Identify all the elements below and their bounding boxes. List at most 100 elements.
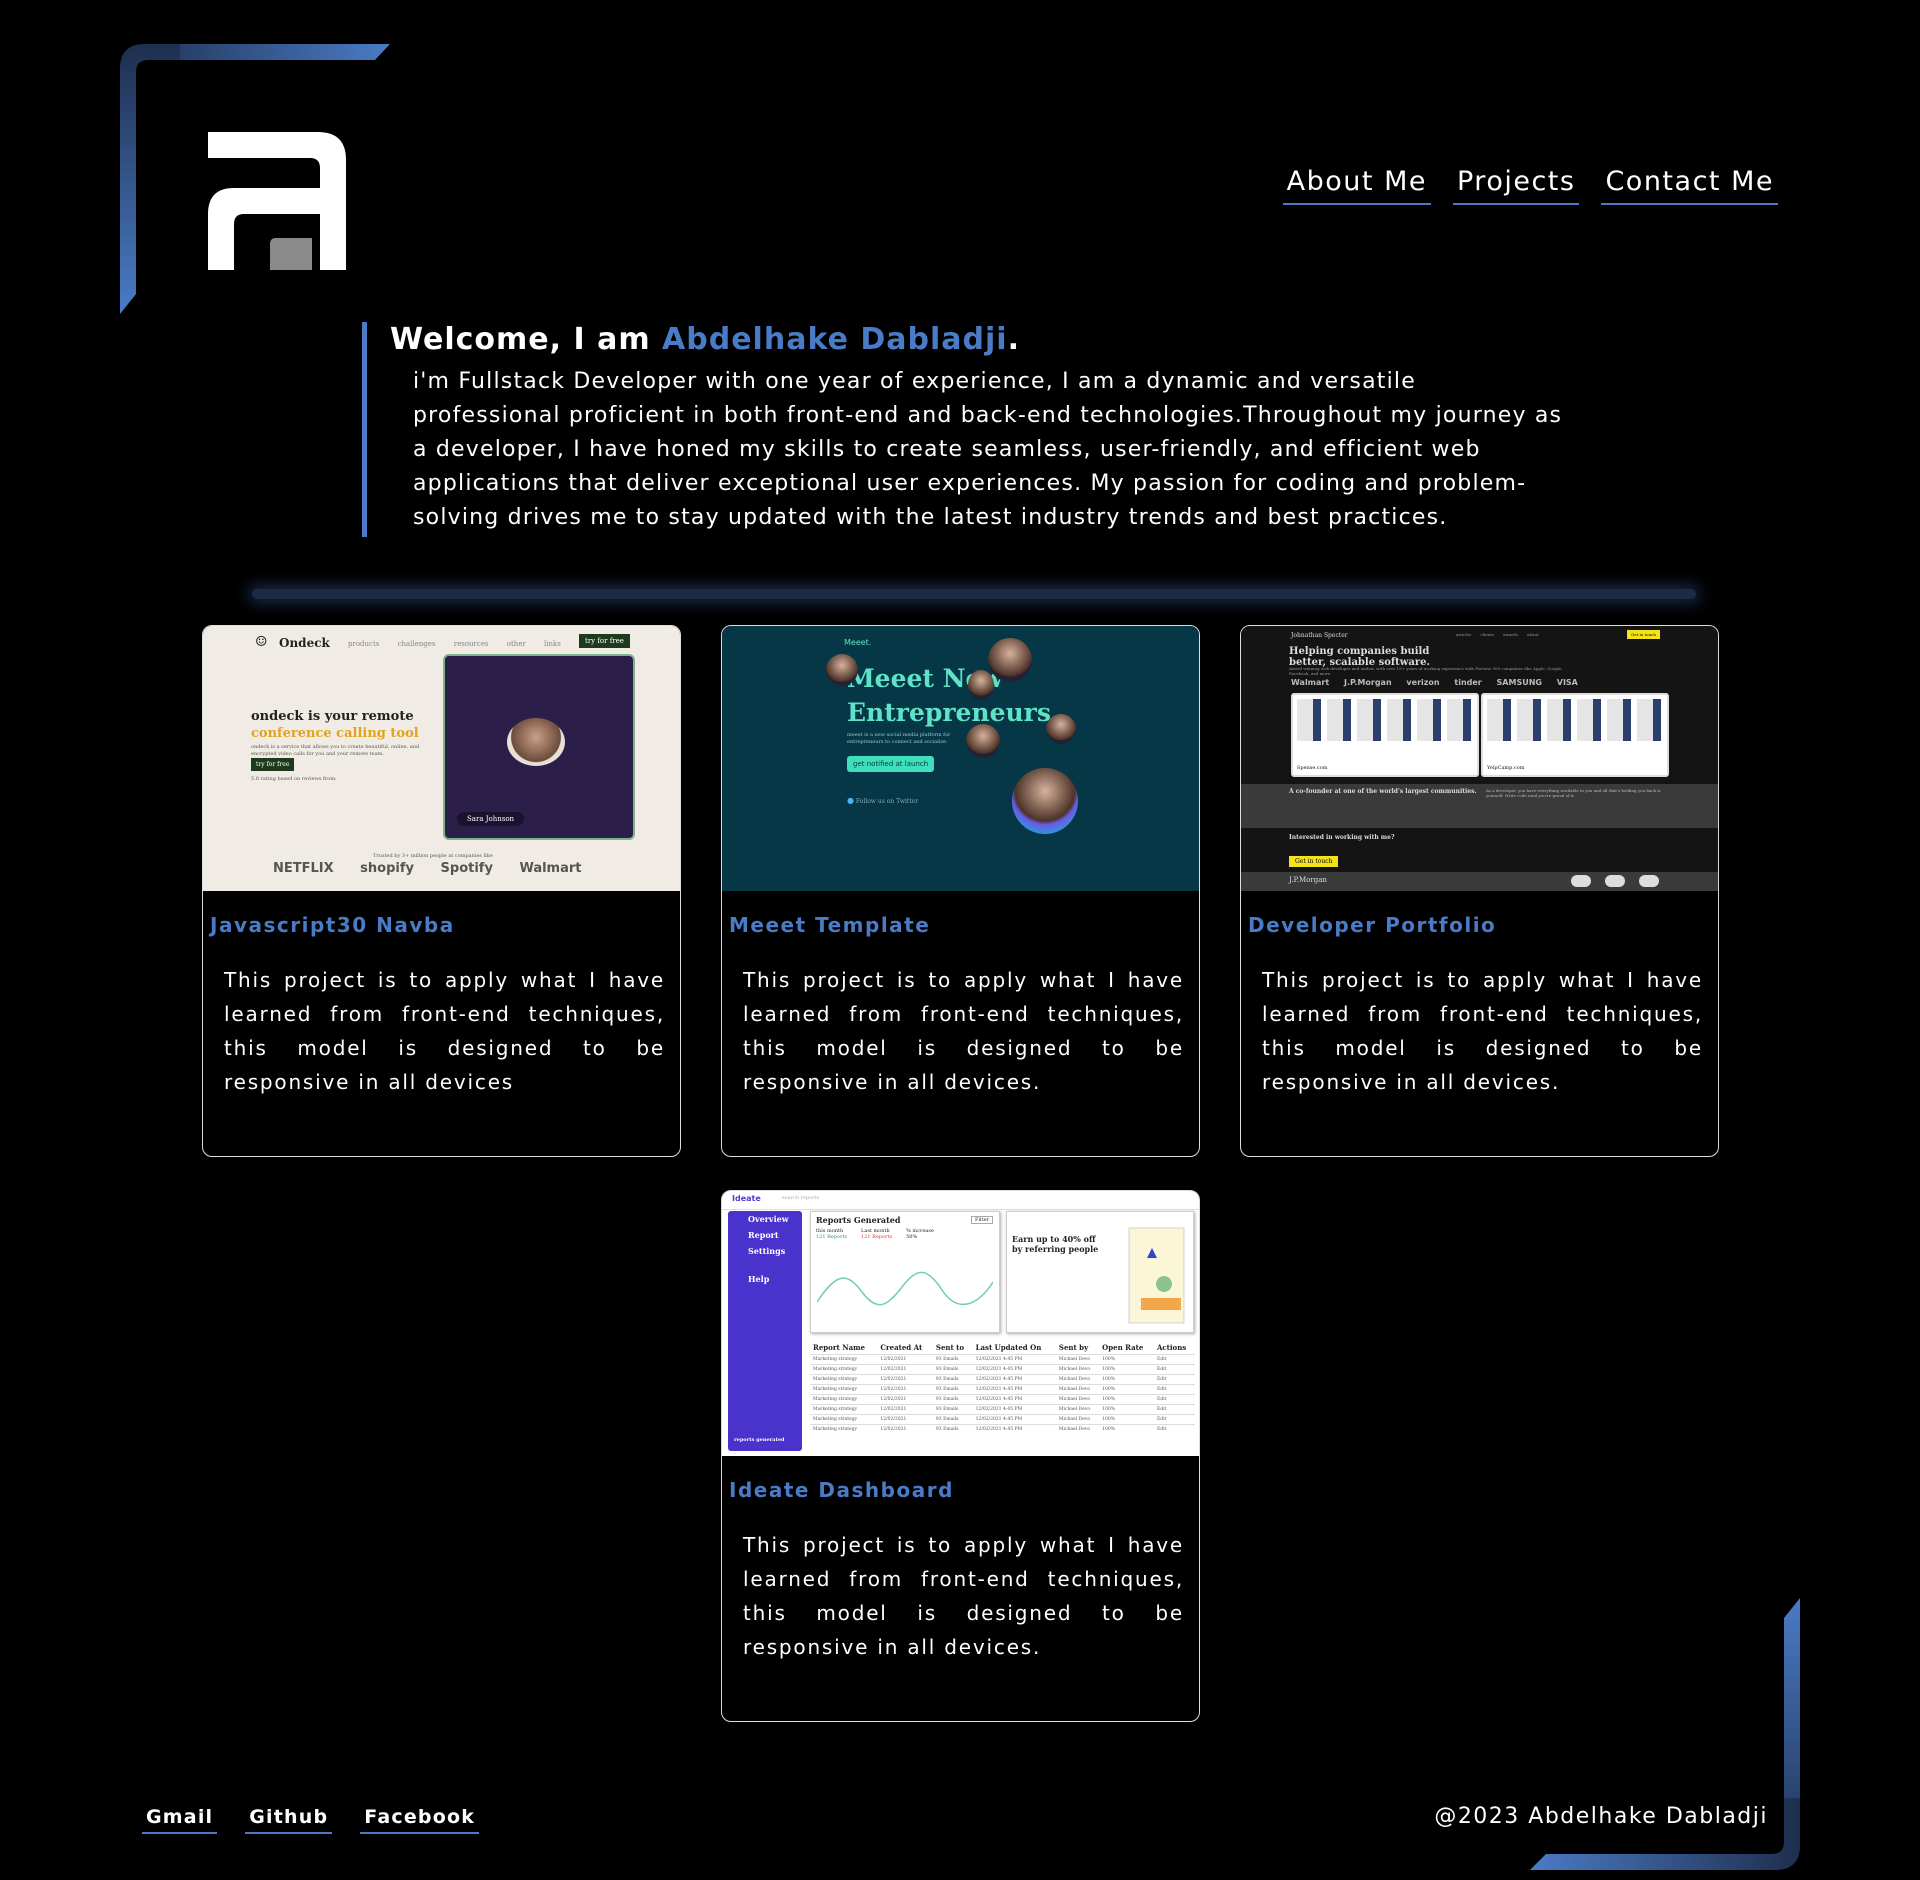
preview-trusted: Trusted by 3+ million people at companie… <box>373 853 493 859</box>
preview-cta: try for free <box>579 634 630 648</box>
avatar <box>966 724 1000 758</box>
preview-search: search reports <box>782 1195 820 1201</box>
table-row: Marketing strategy 12/02/2021 93 Emails 12/… <box>810 1424 1195 1434</box>
logo-a-icon[interactable] <box>208 132 346 270</box>
preview-band-heading: A co-founder at one of the world's large… <box>1289 788 1477 795</box>
preview-menu-item: Report <box>748 1230 779 1240</box>
project-card[interactable]: Meeet. Meeet New Entrepreneurs meeet is a… <box>721 625 1200 1157</box>
preview-brands: Walmart J.P.Morgan verizon tinder SAMSUN… <box>1291 678 1578 687</box>
section-divider <box>252 589 1696 599</box>
preview-screenshot: YelpCamp.com <box>1481 693 1669 777</box>
preview-stats: this month 121 Reports Last month 121 Repo… <box>811 1228 999 1240</box>
preview-twitter: ● Follow us on Twitter <box>847 796 918 805</box>
project-card[interactable]: Johnathan Specter articles clients award… <box>1240 625 1719 1157</box>
project-title[interactable]: Meeet Template <box>729 913 1199 937</box>
table-cell: Edit <box>1153 1384 1195 1395</box>
table-cell: Edit <box>1153 1414 1195 1425</box>
copyright-text: @2023 Abdelhake Dabladji <box>1434 1804 1768 1829</box>
nav-projects-link[interactable]: Projects <box>1453 164 1580 205</box>
preview-brand: Ondeck <box>279 636 330 650</box>
footer-links: Gmail Github Facebook <box>142 1806 480 1834</box>
avatar <box>968 670 994 700</box>
table-cell: 93 Emails <box>932 1354 973 1365</box>
table-cell: 100% <box>1099 1414 1154 1425</box>
project-description: This project is to apply what I have lea… <box>224 968 665 1094</box>
developer-name: Abdelhake Dabladji <box>662 322 1008 357</box>
preview-call-window: Sara Johnson <box>443 654 635 840</box>
table-cell: Michael Devo <box>1055 1394 1100 1405</box>
welcome-prefix: Welcome, I am <box>390 322 663 357</box>
table-cell: 100% <box>1099 1384 1154 1395</box>
caller-avatar <box>507 718 565 766</box>
preview-heading-1: ondeck is your remote <box>251 709 414 724</box>
project-thumbnail-ondeck[interactable]: ☺ Ondeck products challenges resources o… <box>203 626 680 891</box>
table-header: Sent by <box>1058 1343 1089 1352</box>
preview-subtext: ondeck is a service that allows you to c… <box>251 744 420 757</box>
table-cell: 12/02/2021 4:45 PM <box>972 1354 1056 1365</box>
github-link[interactable]: Github <box>245 1806 333 1834</box>
project-card[interactable]: ☺ Ondeck products challenges resources o… <box>202 625 681 1157</box>
project-thumbnail-portfolio[interactable]: Johnathan Specter articles clients award… <box>1241 626 1718 891</box>
preview-subtext: Award winning web developer and author, … <box>1289 666 1563 676</box>
gmail-link[interactable]: Gmail <box>142 1806 218 1834</box>
twitter-icon: ● <box>847 796 854 805</box>
project-thumbnail-ideate[interactable]: Ideate search reports Overview Report Se… <box>722 1191 1199 1456</box>
table-cell: 12/02/2021 <box>877 1394 933 1405</box>
table-cell: 93 Emails <box>932 1394 973 1405</box>
table-cell: 93 Emails <box>932 1424 973 1434</box>
preview-twitter-text: Follow us on Twitter <box>855 798 919 805</box>
project-thumbnail-meeet[interactable]: Meeet. Meeet New Entrepreneurs meeet is a… <box>722 626 1199 891</box>
table-cell: Marketing strategy <box>810 1374 878 1385</box>
table-header: Report Name <box>813 1343 865 1352</box>
preview-button: get notified at launch <box>847 756 935 772</box>
table-row: Marketing strategy 12/02/2021 93 Emails 12/… <box>810 1374 1195 1385</box>
avatar <box>988 638 1032 682</box>
table-cell: 93 Emails <box>932 1364 973 1375</box>
project-title[interactable]: Ideate Dashboard <box>729 1478 1199 1502</box>
nav-contact-me-link[interactable]: Contact Me <box>1601 164 1778 205</box>
table-cell: Michael Devo <box>1055 1414 1100 1425</box>
table-cell: 12/02/2021 4:45 PM <box>972 1394 1056 1405</box>
preview-this-month-value: 121 Reports <box>816 1234 848 1240</box>
welcome-heading: Welcome, I am Abdelhake Dabladji. <box>390 322 1590 357</box>
table-cell: 12/02/2021 4:45 PM <box>972 1374 1056 1385</box>
table-cell: Marketing strategy <box>810 1384 878 1395</box>
table-row: Marketing strategy 12/02/2021 93 Emails 12/… <box>810 1404 1195 1415</box>
main-navigation: About Me Projects Contact Me <box>1282 164 1778 205</box>
facebook-link[interactable]: Facebook <box>360 1806 480 1834</box>
preview-heading: Helping companies build better, scalable … <box>1289 646 1430 668</box>
preview-question: Interested in working with me? <box>1289 834 1395 841</box>
linkedin-icon <box>1605 875 1625 887</box>
table-cell: 12/02/2021 4:45 PM <box>972 1414 1056 1425</box>
table-cell: Marketing strategy <box>810 1424 878 1434</box>
project-description: This project is to apply what I have lea… <box>743 968 1184 1094</box>
table-row: Marketing strategy 12/02/2021 93 Emails 12/… <box>810 1354 1195 1365</box>
table-cell: Michael Devo <box>1055 1424 1100 1434</box>
preview-heading-1: Helping companies build <box>1289 646 1430 657</box>
preview-screenshot: Spense.com <box>1291 693 1479 777</box>
preview-footer: J.P.Morgan <box>1241 872 1718 891</box>
preview-increase-value: 50% <box>906 1234 918 1240</box>
project-card[interactable]: Ideate search reports Overview Report Se… <box>721 1190 1200 1722</box>
project-title[interactable]: Developer Portfolio <box>1248 913 1718 937</box>
table-row: Marketing strategy 12/02/2021 93 Emails 12/… <box>810 1364 1195 1375</box>
table-cell: Edit <box>1153 1374 1195 1385</box>
bottom-right-frame-decoration <box>1530 1598 1800 1870</box>
preview-shot-caption: Spense.com <box>1297 765 1328 771</box>
table-cell: Marketing strategy <box>810 1364 878 1375</box>
table-header: Sent to <box>935 1343 965 1352</box>
table-cell: Edit <box>1153 1354 1195 1365</box>
nav-about-me-link[interactable]: About Me <box>1282 164 1431 205</box>
preview-last-month-value: 121 Reports <box>861 1234 893 1240</box>
table-cell: Marketing strategy <box>810 1414 878 1425</box>
preview-shot-caption: YelpCamp.com <box>1487 765 1525 771</box>
project-title[interactable]: Javascript30 Navba <box>210 913 680 937</box>
preview-band-text: As a developer, you have everything avai… <box>1486 788 1661 798</box>
table-cell: 12/02/2021 4:45 PM <box>972 1404 1056 1415</box>
avatar <box>826 654 858 686</box>
table-header: Actions <box>1156 1343 1187 1352</box>
table-cell: 93 Emails <box>932 1414 973 1425</box>
table-header: Open Rate <box>1102 1343 1144 1352</box>
table-cell: Edit <box>1153 1424 1195 1434</box>
preview-rating: 5.0 rating based on reviews from: <box>251 776 337 782</box>
